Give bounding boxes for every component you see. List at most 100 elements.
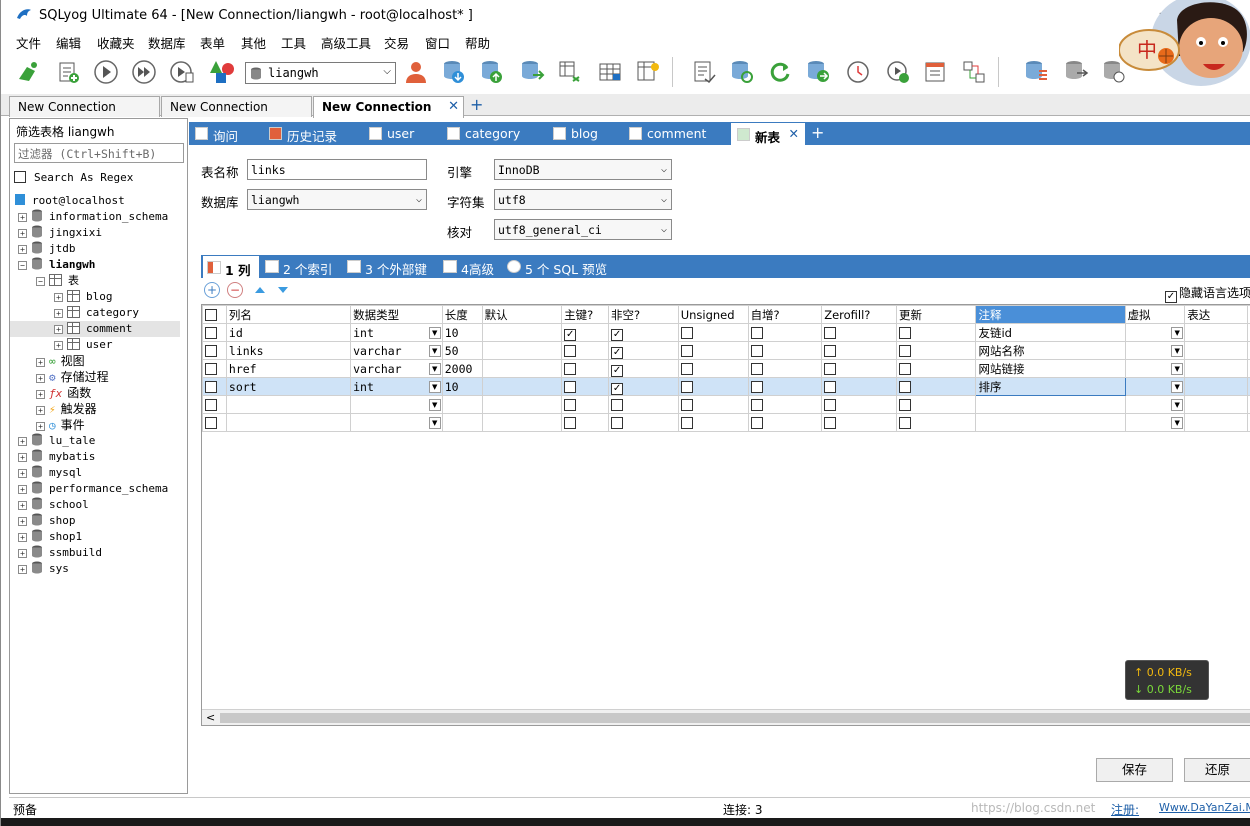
comment-cell[interactable]: 网站名称: [975, 341, 1126, 360]
column-header[interactable]: 主键?: [561, 305, 610, 324]
auto-increment-checkbox[interactable]: [750, 326, 763, 339]
column-name-cell[interactable]: id: [225, 323, 352, 342]
column-name-cell[interactable]: links: [225, 341, 352, 360]
menu-item[interactable]: 帮助: [465, 33, 490, 52]
expand-toggle-icon[interactable]: +: [18, 453, 27, 462]
execute-edit-icon[interactable]: [167, 57, 197, 87]
charset-select[interactable]: utf8 ⌵: [494, 189, 672, 210]
row-select-checkbox[interactable]: [205, 326, 217, 339]
unsigned-cell[interactable]: [677, 395, 749, 414]
tree-database[interactable]: + shop: [18, 513, 76, 529]
unsigned-checkbox[interactable]: [680, 380, 693, 393]
expand-toggle-icon[interactable]: +: [54, 309, 63, 318]
default-cell[interactable]: [481, 413, 563, 432]
table-row[interactable]: links varchar ▼ 50 ✓ 网站名称 ▼: [202, 341, 1250, 360]
length-cell[interactable]: 2000: [441, 359, 483, 378]
data-type-cell[interactable]: ▼: [350, 413, 443, 432]
unsigned-cell[interactable]: [677, 377, 749, 396]
zerofill-cell[interactable]: [821, 359, 897, 378]
primary-key-cell[interactable]: ✓: [561, 323, 610, 342]
search-as-regex-checkbox[interactable]: Search As Regex: [14, 171, 133, 184]
close-tab-icon[interactable]: ✕: [789, 126, 799, 141]
move-down-icon[interactable]: [278, 287, 288, 293]
comment-cell[interactable]: 网站链接: [975, 359, 1126, 378]
save-button[interactable]: 保存: [1096, 758, 1173, 782]
tree-database[interactable]: + shop1: [18, 529, 82, 545]
tab-user[interactable]: user: [363, 122, 435, 145]
not-null-checkbox[interactable]: ✓: [611, 347, 624, 359]
column-header[interactable]: 更新: [895, 305, 977, 324]
zerofill-cell[interactable]: [821, 413, 897, 432]
chevron-down-icon[interactable]: ▼: [428, 399, 441, 411]
copy-table-icon[interactable]: [555, 57, 585, 87]
tree-table[interactable]: + category: [54, 305, 139, 321]
export-database-icon[interactable]: [477, 57, 507, 87]
unsigned-cell[interactable]: [677, 359, 749, 378]
scroll-left-icon[interactable]: <: [206, 711, 215, 724]
chevron-down-icon[interactable]: ▼: [1171, 399, 1184, 411]
select-all-checkbox[interactable]: [205, 308, 217, 321]
table-row[interactable]: sort int ▼ 10 ✓ 排序 ▼: [202, 377, 1250, 396]
tab-columns[interactable]: 1 列: [203, 256, 259, 278]
schema-sync-icon[interactable]: [633, 57, 663, 87]
tree-table[interactable]: + user: [54, 337, 113, 353]
column-header[interactable]: Zerofill?: [821, 305, 897, 324]
row-select-cell[interactable]: [202, 395, 227, 414]
comment-cell[interactable]: [975, 395, 1126, 414]
tab-query[interactable]: 询问: [189, 122, 261, 145]
horizontal-scrollbar[interactable]: <: [202, 709, 1250, 725]
refresh-icon[interactable]: [765, 57, 795, 87]
tab-blog[interactable]: blog: [547, 122, 617, 145]
table-row[interactable]: id int ▼ 10 ✓ ✓ 友链id ▼: [202, 323, 1250, 342]
column-header[interactable]: 表达: [1184, 305, 1248, 324]
chevron-down-icon[interactable]: ▼: [1171, 417, 1184, 429]
expression-cell[interactable]: [1184, 413, 1248, 432]
tree-database[interactable]: + information_schema: [18, 209, 168, 225]
data-type-cell[interactable]: int ▼: [350, 323, 443, 342]
row-select-cell[interactable]: [202, 413, 227, 432]
zerofill-checkbox[interactable]: [824, 326, 837, 339]
expand-toggle-icon[interactable]: +: [36, 422, 45, 431]
not-null-checkbox[interactable]: ✓: [611, 383, 624, 395]
expand-toggle-icon[interactable]: +: [36, 358, 45, 367]
revert-button[interactable]: 还原: [1184, 758, 1250, 782]
tree-database[interactable]: + jingxixi: [18, 225, 102, 241]
column-name-cell[interactable]: sort: [225, 377, 352, 396]
column-name-cell[interactable]: href: [225, 359, 352, 378]
row-select-cell[interactable]: [202, 377, 227, 396]
expand-toggle-icon[interactable]: +: [54, 293, 63, 302]
row-select-checkbox[interactable]: [205, 362, 217, 375]
connection-tab[interactable]: New Connection: [9, 96, 160, 117]
row-select-checkbox[interactable]: [205, 344, 217, 357]
checkbox-box[interactable]: [14, 171, 26, 183]
virtual-cell[interactable]: ▼: [1124, 395, 1186, 414]
execute-query-icon[interactable]: [91, 57, 121, 87]
auto-increment-cell[interactable]: [747, 341, 823, 360]
expand-toggle-icon[interactable]: +: [18, 565, 27, 574]
unsigned-checkbox[interactable]: [680, 398, 693, 411]
tab-advanced[interactable]: 4高级: [439, 255, 497, 278]
not-null-cell[interactable]: ✓: [608, 359, 679, 378]
on-update-checkbox[interactable]: [898, 362, 911, 375]
primary-key-cell[interactable]: [561, 359, 610, 378]
new-connection-icon[interactable]: [13, 57, 43, 87]
tree-table[interactable]: + comment: [10, 321, 180, 337]
expand-toggle-icon[interactable]: +: [36, 374, 45, 383]
tab-new-table[interactable]: 新表 ✕: [731, 123, 805, 145]
tree-folder[interactable]: + ∞ 视图: [36, 353, 85, 369]
menu-item[interactable]: 工具: [281, 33, 306, 52]
table-row[interactable]: href varchar ▼ 2000 ✓ 网站链接 ▼: [202, 359, 1250, 378]
table-data-icon[interactable]: [595, 57, 625, 87]
on-update-cell[interactable]: [895, 413, 977, 432]
row-select-cell[interactable]: [202, 359, 227, 378]
auto-increment-checkbox[interactable]: [750, 380, 763, 393]
hide-language-options-checkbox[interactable]: ✓ 隐藏语言选项: [1164, 284, 1250, 303]
auto-increment-checkbox[interactable]: [750, 344, 763, 357]
scrollbar-thumb[interactable]: [220, 713, 1250, 723]
row-select-checkbox[interactable]: [205, 398, 217, 411]
column-header[interactable]: 非空?: [608, 305, 679, 324]
zerofill-checkbox[interactable]: [824, 380, 837, 393]
tree-database[interactable]: + mybatis: [18, 449, 95, 465]
not-null-cell[interactable]: ✓: [608, 377, 679, 396]
collation-select[interactable]: utf8_general_ci ⌵: [494, 219, 672, 240]
